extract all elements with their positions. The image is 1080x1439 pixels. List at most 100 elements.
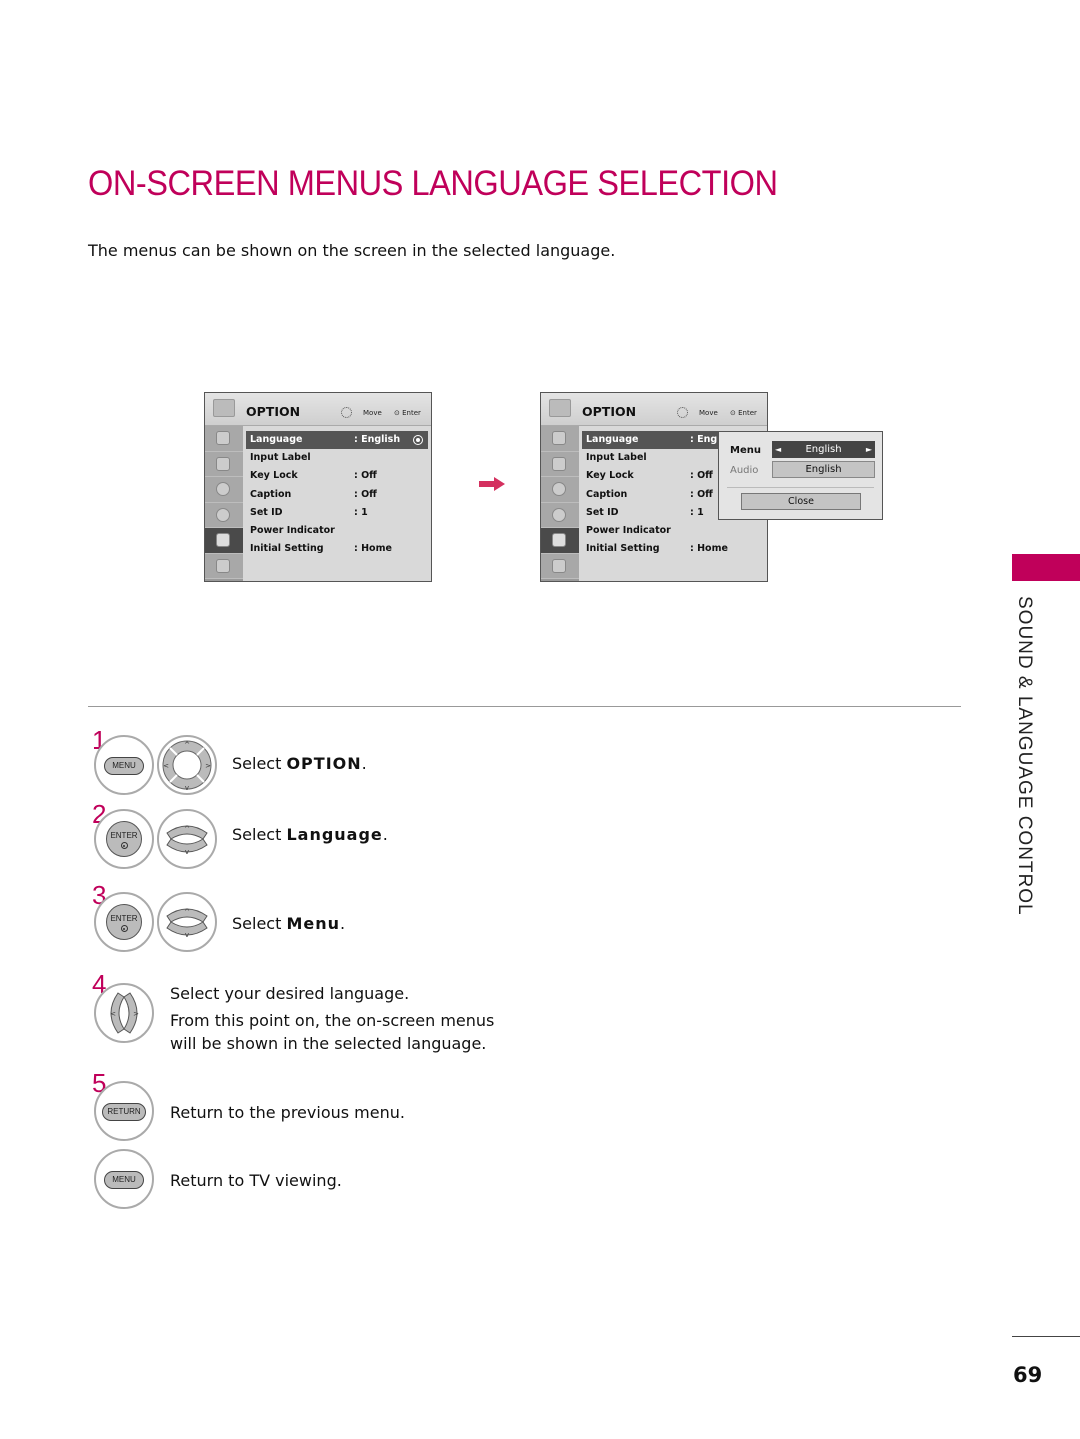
row-label: Initial Setting: [250, 543, 324, 555]
svg-text:>: >: [133, 1010, 139, 1018]
enter-label: ENTER: [110, 914, 138, 923]
left-right-arrows-icon: < >: [110, 992, 139, 1034]
menu-button-circle: MENU: [94, 1149, 154, 1209]
picture-icon: [541, 426, 579, 452]
language-popup: Menu ◄ English ► Audio English Close: [718, 431, 883, 520]
audio-language-value[interactable]: English: [772, 461, 875, 478]
up-down-arrows-icon: ^ v: [166, 825, 208, 856]
row-label: Key Lock: [586, 470, 634, 482]
arrow-right-icon: [479, 477, 505, 491]
return-button-circle: RETURN: [94, 1081, 154, 1141]
osd-option-list: Language: English Input Label Key Lock: …: [246, 431, 428, 558]
audio-icon: [205, 477, 243, 503]
screen-icon: [541, 451, 579, 477]
page-title: ON-SCREEN MENUS LANGUAGE SELECTION: [88, 164, 778, 203]
osd-row-key-lock: Key Lock: Off: [246, 467, 428, 485]
step-text-suffix: .: [382, 825, 388, 844]
step-4-line-1: Select your desired language.: [170, 984, 410, 1003]
up-down-arrows-icon: ^ v: [166, 908, 208, 939]
osd-row-power-indicator: Power Indicator: [582, 522, 764, 540]
return-button: RETURN: [102, 1103, 146, 1121]
option-toolbox-icon: [213, 399, 235, 417]
step-text-prefix: Select: [232, 914, 287, 933]
menu-button-circle: MENU: [94, 735, 154, 795]
row-label: Caption: [586, 488, 628, 500]
svg-text:<: <: [110, 1010, 116, 1018]
svg-text:v: v: [185, 931, 189, 939]
osd-header: OPTION Move ⊙ Enter: [205, 393, 431, 426]
dpad-icon: ^ v < >: [162, 740, 212, 792]
enter-dot-icon: [120, 925, 128, 932]
left-right-circle: < >: [94, 983, 154, 1043]
row-label: Language: [586, 434, 639, 445]
row-value: : 1: [690, 506, 704, 518]
footer-divider: [1012, 1336, 1080, 1337]
svg-text:v: v: [185, 784, 189, 792]
row-label: Set ID: [250, 506, 283, 518]
osd-row-initial-setting: Initial Setting : Home: [246, 540, 428, 558]
row-value: : Off: [690, 488, 713, 500]
osd-row-caption: Caption : Off: [246, 486, 428, 504]
row-value: : 1: [354, 506, 368, 518]
step-text-bold: Language: [286, 825, 383, 844]
move-icon: [677, 407, 688, 418]
step-6-text: Return to TV viewing.: [170, 1171, 342, 1190]
page-number: 69: [1013, 1363, 1043, 1387]
audio-language-label: Audio: [730, 465, 759, 476]
step-1-text: Select OPTION.: [232, 754, 367, 773]
step-text-prefix: Select: [232, 825, 287, 844]
page-subtitle: The menus can be shown on the screen in …: [88, 241, 616, 260]
picture-icon: [205, 426, 243, 452]
row-label: Caption: [250, 488, 292, 500]
row-value: : Off: [690, 470, 713, 482]
menu-language-selector[interactable]: ◄ English ►: [772, 441, 875, 458]
osd-sidebar: [205, 426, 243, 581]
svg-text:<: <: [163, 762, 169, 770]
osd-title: OPTION: [246, 404, 301, 419]
enter-button: ENTER: [106, 904, 142, 940]
step-4-line-3: will be shown in the selected language.: [170, 1034, 487, 1053]
row-value: : Off: [354, 488, 377, 500]
osd-row-set-id: Set ID : 1: [246, 504, 428, 522]
svg-text:^: ^: [184, 908, 190, 916]
section-tab-marker: [1012, 554, 1080, 581]
row-value: : Home: [690, 543, 728, 555]
option-icon: [541, 528, 579, 554]
time-icon: [541, 502, 579, 528]
close-button[interactable]: Close: [741, 493, 861, 510]
osd-row-language: Language: English: [246, 431, 428, 450]
row-value: : Home: [354, 543, 392, 555]
osd-header: OPTION Move ⊙ Enter: [541, 393, 767, 426]
osd-option-menu-before: OPTION Move ⊙ Enter Language: English In…: [204, 392, 432, 582]
enter-hint-label: Enter: [402, 409, 421, 417]
row-value: : English: [354, 434, 401, 445]
enter-button-circle: ENTER: [94, 892, 154, 952]
step-5-text: Return to the previous menu.: [170, 1103, 405, 1122]
arrow-right-icon: ►: [865, 445, 872, 454]
step-text-bold: OPTION: [286, 754, 362, 773]
menu-button: MENU: [104, 1171, 144, 1189]
row-label: Key Lock: [250, 470, 298, 482]
section-divider: [88, 706, 961, 707]
enter-label: ENTER: [110, 831, 138, 840]
menu-language-value: English: [805, 444, 842, 455]
svg-text:^: ^: [184, 825, 190, 833]
arrow-left-icon: ◄: [775, 445, 782, 454]
row-value: : Eng: [690, 434, 718, 445]
enter-dot-icon: [120, 842, 128, 849]
dpad-circle: ^ v < >: [157, 735, 217, 795]
enter-hint: ⊙ Enter: [394, 409, 421, 417]
time-icon: [205, 502, 243, 528]
up-down-circle: ^ v: [157, 892, 217, 952]
step-4-line-2: From this point on, the on-screen menus: [170, 1011, 495, 1030]
row-label: Power Indicator: [586, 524, 671, 536]
enter-hint-label: Enter: [738, 409, 757, 417]
osd-sidebar: [541, 426, 579, 581]
move-icon: [341, 407, 352, 418]
row-label: Set ID: [586, 506, 619, 518]
enter-button-circle: ENTER: [94, 809, 154, 869]
osd-row-input-label: Input Label: [246, 449, 428, 467]
svg-text:>: >: [205, 762, 211, 770]
enter-icon: [413, 435, 423, 445]
enter-button: ENTER: [106, 821, 142, 857]
